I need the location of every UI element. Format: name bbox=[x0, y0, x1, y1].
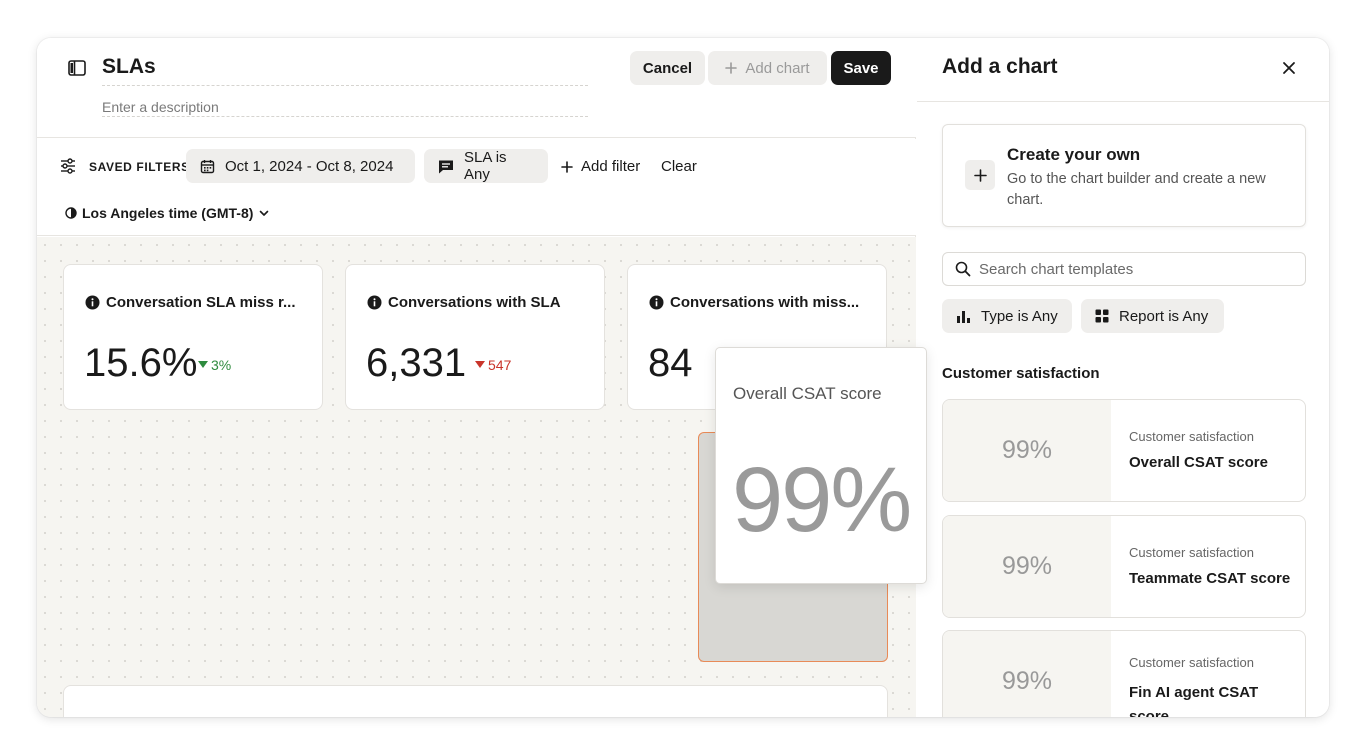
sidebar-toggle-icon[interactable] bbox=[68, 60, 86, 76]
add-chart-panel: Add a chart Create your own Go to the ch… bbox=[917, 38, 1329, 717]
panel-title: Add a chart bbox=[942, 55, 1058, 78]
type-filter-value: Type is Any bbox=[981, 307, 1058, 325]
template-category: Customer satisfaction bbox=[1129, 655, 1254, 670]
card-title-text: Conversation SLA miss r... bbox=[106, 294, 296, 311]
card-title: Conversations with miss... bbox=[649, 294, 859, 311]
search-input[interactable] bbox=[979, 260, 1279, 278]
type-filter[interactable]: Type is Any bbox=[942, 299, 1072, 333]
create-your-own-description: Go to the chart builder and create a new… bbox=[1007, 171, 1266, 208]
add-filter-button[interactable]: Add filter bbox=[561, 158, 640, 175]
saved-filters-label: SAVED FILTERS: bbox=[89, 160, 195, 174]
template-preview: 99% bbox=[943, 631, 1111, 717]
info-icon[interactable] bbox=[367, 295, 382, 310]
template-preview: 99% bbox=[943, 400, 1111, 501]
sliders-icon bbox=[60, 158, 76, 174]
date-range-filter[interactable]: Oct 1, 2024 - Oct 8, 2024 bbox=[186, 149, 415, 183]
timezone-label: Los Angeles time (GMT-8) bbox=[82, 205, 254, 221]
card-title-text: Conversations with SLA bbox=[388, 294, 561, 311]
card-title: Conversation SLA miss r... bbox=[85, 294, 296, 311]
plus-icon bbox=[725, 62, 738, 74]
dragging-chart-value: 99% bbox=[732, 449, 912, 551]
title-underline bbox=[102, 85, 588, 86]
template-category: Customer satisfaction bbox=[1129, 545, 1254, 560]
card-delta: 547 bbox=[475, 357, 511, 373]
search-icon bbox=[955, 261, 971, 277]
card-delta-value: 3% bbox=[211, 357, 232, 373]
add-chart-label: Add chart bbox=[745, 59, 810, 77]
plus-icon bbox=[561, 160, 573, 173]
dragging-chart-title: Overall CSAT score bbox=[733, 384, 882, 403]
card-value: 6,331 bbox=[366, 341, 467, 385]
template-category: Customer satisfaction bbox=[1129, 429, 1254, 444]
template-preview: 99% bbox=[943, 516, 1111, 617]
description-underline bbox=[102, 116, 588, 117]
template-name: Overall CSAT score bbox=[1129, 454, 1268, 471]
card-delta: 3% bbox=[198, 357, 231, 373]
bar-chart-icon bbox=[956, 309, 971, 324]
grid-icon bbox=[1095, 309, 1109, 323]
description-input[interactable] bbox=[102, 96, 588, 118]
plus-icon bbox=[965, 160, 995, 190]
chat-bubble-icon bbox=[438, 159, 454, 174]
template-name: Teammate CSAT score bbox=[1129, 570, 1291, 587]
card-title-text: Conversations with miss... bbox=[670, 294, 860, 311]
save-button[interactable]: Save bbox=[831, 51, 891, 85]
card-delta-value: 547 bbox=[488, 357, 512, 373]
report-header: SLAs Cancel Add chart Save bbox=[37, 38, 916, 138]
page-title[interactable]: SLAs bbox=[102, 55, 156, 79]
metric-card[interactable]: Conversation SLA miss r... 15.6% 3% bbox=[63, 264, 323, 410]
chart-template-card[interactable]: 99% Customer satisfaction Teammate CSAT … bbox=[942, 515, 1306, 618]
sla-filter-value: SLA is Any bbox=[464, 149, 507, 183]
triangle-down-icon bbox=[198, 361, 208, 369]
clear-filters-button[interactable]: Clear bbox=[661, 158, 697, 175]
report-filter-value: Report is Any bbox=[1119, 307, 1209, 325]
filter-bar: SAVED FILTERS: Oct 1, 2024 - Oct 8, 2024… bbox=[37, 139, 916, 236]
close-icon[interactable] bbox=[1281, 60, 1297, 76]
card-value: 15.6% bbox=[84, 341, 198, 385]
chevron-down-icon bbox=[258, 207, 270, 219]
info-icon[interactable] bbox=[85, 295, 100, 310]
globe-icon bbox=[65, 207, 77, 219]
date-range-value: Oct 1, 2024 - Oct 8, 2024 bbox=[225, 157, 394, 175]
dragging-chart-preview[interactable]: Overall CSAT score 99% bbox=[715, 347, 927, 584]
calendar-icon bbox=[200, 159, 215, 174]
section-title: Customer satisfaction bbox=[942, 365, 1100, 382]
app-window: SLAs Cancel Add chart Save SAVED FILTERS… bbox=[37, 38, 1329, 717]
chart-template-card[interactable]: 99% Customer satisfaction Overall CSAT s… bbox=[942, 399, 1306, 502]
sla-filter[interactable]: SLA is Any bbox=[424, 149, 548, 183]
cancel-button[interactable]: Cancel bbox=[630, 51, 705, 85]
info-icon[interactable] bbox=[649, 295, 664, 310]
panel-header: Add a chart bbox=[917, 38, 1329, 102]
add-filter-label: Add filter bbox=[581, 158, 641, 175]
chart-card[interactable] bbox=[63, 685, 888, 717]
chart-template-card[interactable]: 99% Customer satisfaction Fin AI agent C… bbox=[942, 630, 1306, 717]
template-name: Fin AI agent CSAT score bbox=[1129, 684, 1259, 717]
metric-card[interactable]: Conversations with SLA 6,331 547 bbox=[345, 264, 605, 410]
card-value: 84 bbox=[648, 341, 693, 385]
timezone-selector[interactable]: Los Angeles time (GMT-8) bbox=[65, 205, 270, 221]
triangle-down-icon bbox=[475, 361, 485, 369]
template-search[interactable] bbox=[942, 252, 1306, 286]
create-your-own-card[interactable]: Create your own Go to the chart builder … bbox=[942, 124, 1306, 227]
add-chart-button[interactable]: Add chart bbox=[708, 51, 827, 85]
report-filter[interactable]: Report is Any bbox=[1081, 299, 1224, 333]
card-title: Conversations with SLA bbox=[367, 294, 561, 311]
create-your-own-title: Create your own bbox=[1007, 145, 1141, 164]
